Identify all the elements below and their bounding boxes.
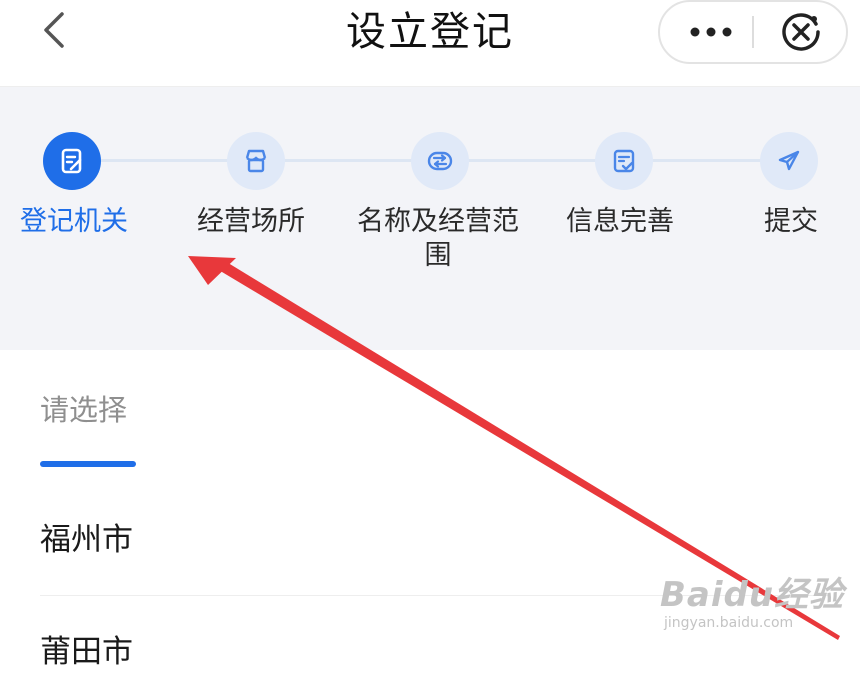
city-item-fuzhou[interactable]: 福州市 [40,519,830,561]
close-button[interactable] [766,8,836,56]
progress-steps: 登记机关 经营场所 名称及经营范围 信息完善 提交 [0,87,860,350]
step-label: 信息完善 [566,206,674,237]
tab-please-select[interactable]: 请选择 [40,390,127,430]
step-circle [411,132,469,190]
step-circle [227,132,285,190]
region-selector: 请选择 福州市 莆田市 [0,350,860,670]
miniprogram-close-icon [782,13,820,51]
storefront-icon [245,149,267,173]
list-divider [40,595,830,596]
send-icon [778,150,800,171]
document-edit-icon [61,148,82,174]
miniprogram-capsule [658,0,848,64]
more-button[interactable] [674,8,748,56]
step-label: 登记机关 [20,206,128,237]
tab-active-indicator [40,461,136,467]
step-circle [760,132,818,190]
exchange-icon [427,151,453,171]
step-label: 提交 [764,206,818,237]
city-item-putian[interactable]: 莆田市 [40,631,830,673]
more-dots-icon [690,27,732,37]
step-label: 经营场所 [197,206,305,237]
step-circle [595,132,653,190]
step-circle-active [43,132,101,190]
capsule-divider [752,16,754,48]
step-label: 名称及经营范围 [357,206,519,271]
form-check-icon [613,149,635,173]
navigation-bar: 设立登记 [0,0,860,87]
